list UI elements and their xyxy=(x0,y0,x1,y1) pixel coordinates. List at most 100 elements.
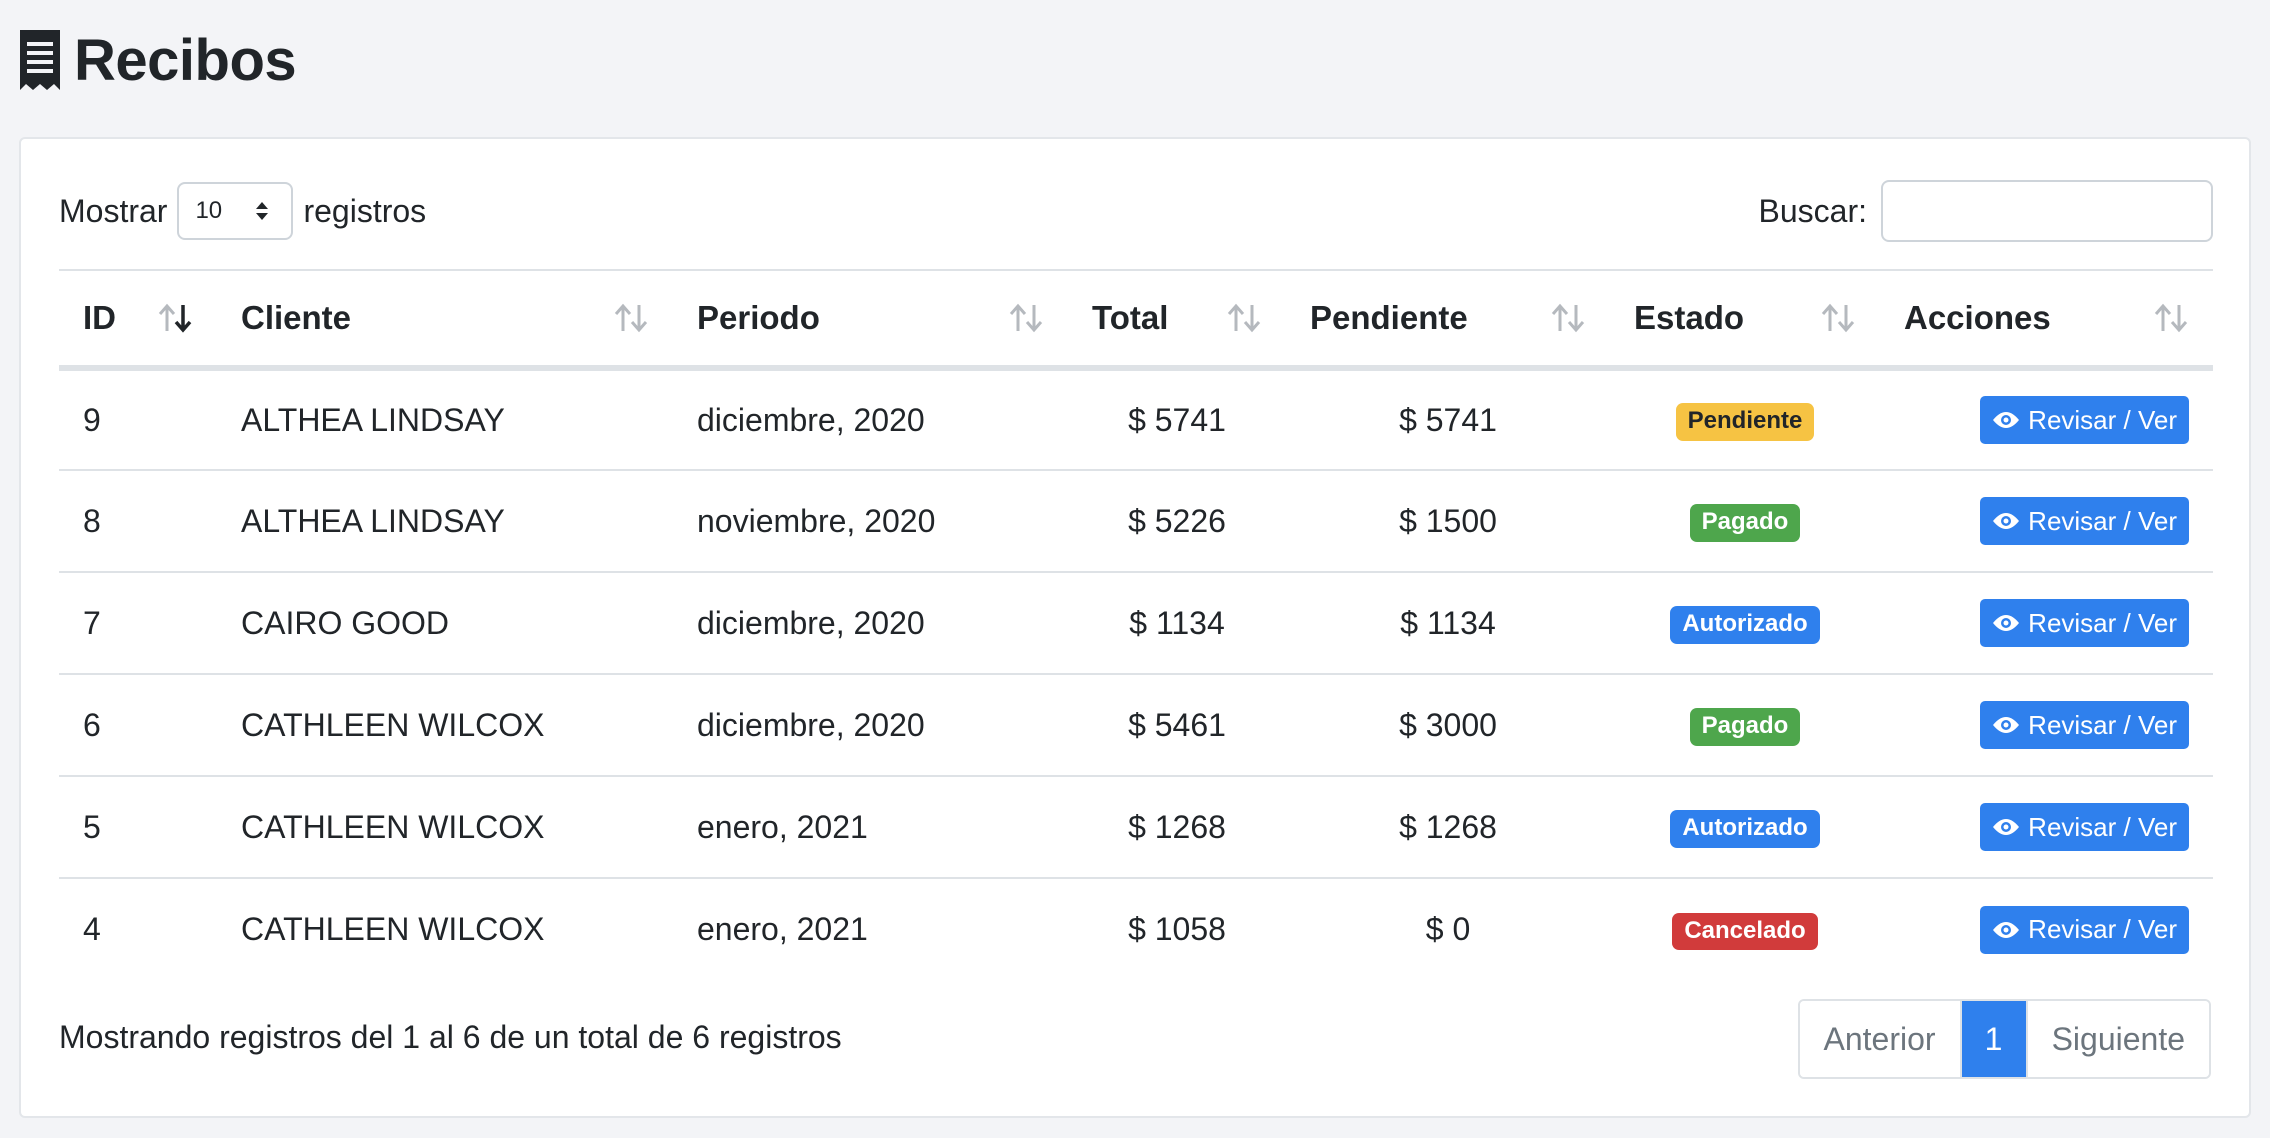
review-view-label: Revisar / Ver xyxy=(2028,914,2177,944)
column-header-periodo[interactable]: Periodo xyxy=(673,269,1068,371)
status-badge: Pendiente xyxy=(1675,403,1815,441)
cell-id: 7 xyxy=(59,572,217,675)
cell-id: 8 xyxy=(59,470,217,573)
status-badge: Pagado xyxy=(1689,708,1801,746)
cell-estado: Autorizado xyxy=(1610,572,1880,675)
eye-icon xyxy=(1993,615,2020,631)
table-info: Mostrando registros del 1 al 6 de un tot… xyxy=(59,1019,842,1055)
cell-id: 6 xyxy=(59,674,217,777)
cell-total: $ 1134 xyxy=(1068,572,1286,675)
status-badge: Autorizado xyxy=(1670,810,1820,848)
cell-estado: Pagado xyxy=(1610,470,1880,573)
eye-icon xyxy=(1993,412,2020,428)
sort-desc-icon xyxy=(158,303,192,333)
page-length-select[interactable]: 10 xyxy=(177,182,294,240)
sort-icon xyxy=(1009,303,1043,333)
receipts-card: Mostrar 10 registros Buscar: ID Cliente … xyxy=(19,137,2251,1118)
column-header-acciones[interactable]: Acciones xyxy=(1880,269,2213,371)
cell-total: $ 1268 xyxy=(1068,776,1286,879)
review-view-button[interactable]: Revisar / Ver xyxy=(1980,396,2189,444)
cell-acciones: Revisar / Ver xyxy=(1880,674,2213,777)
sort-icon xyxy=(2154,303,2188,333)
eye-icon xyxy=(1993,819,2020,835)
cell-pendiente: $ 1134 xyxy=(1286,572,1610,675)
records-label: registros xyxy=(303,192,427,229)
page-1-button[interactable]: 1 xyxy=(1961,1001,2028,1077)
cell-acciones: Revisar / Ver xyxy=(1880,470,2213,573)
review-view-label: Revisar / Ver xyxy=(2028,404,2177,435)
column-header-cliente[interactable]: Cliente xyxy=(217,269,673,371)
cell-periodo: enero, 2021 xyxy=(697,911,868,947)
show-label: Mostrar xyxy=(59,192,168,229)
next-page-button[interactable]: Siguiente xyxy=(2027,1001,2209,1077)
column-header-id[interactable]: ID xyxy=(59,269,217,371)
previous-page-button[interactable]: Anterior xyxy=(1799,1001,1962,1077)
cell-cliente: ALTHEA LINDSAY xyxy=(217,368,673,471)
cell-periodo: noviembre, 2020 xyxy=(673,470,1068,573)
column-header-pendiente[interactable]: Pendiente xyxy=(1286,269,1610,371)
receipts-table: ID Cliente Periodo Total Pendiente Estad… xyxy=(59,269,2213,980)
receipt-icon xyxy=(20,30,60,90)
cell-acciones: Revisar / Ver xyxy=(1880,368,2213,471)
table-row: 4 CATHLEEN WILCOX enero, 2021 $ 1058 $ 0… xyxy=(59,878,2213,980)
select-arrows-icon xyxy=(256,202,269,220)
sort-icon xyxy=(614,303,648,333)
cell-cliente: CATHLEEN WILCOX xyxy=(217,776,673,879)
pagination: Anterior 1 Siguiente xyxy=(1797,999,2211,1079)
cell-acciones: Revisar / Ver xyxy=(1880,878,2213,980)
eye-icon xyxy=(1993,513,2020,529)
cell-pendiente: $ 1500 xyxy=(1286,470,1610,573)
status-badge: Autorizado xyxy=(1670,606,1820,644)
cell-estado: Pagado xyxy=(1610,674,1880,777)
cell-periodo: diciembre, 2020 xyxy=(673,368,1068,471)
cell-acciones: Revisar / Ver xyxy=(1880,572,2213,675)
table-row: 6 CATHLEEN WILCOX diciembre, 2020 $ 5461… xyxy=(59,674,2213,777)
table-header-row: ID Cliente Periodo Total Pendiente Estad… xyxy=(59,269,2213,371)
cell-id: 5 xyxy=(59,776,217,879)
cell-total: $ 5226 xyxy=(1068,470,1286,573)
review-view-label: Revisar / Ver xyxy=(2028,505,2177,536)
cell-periodo: diciembre, 2020 xyxy=(673,572,1068,675)
cell-estado: Pendiente xyxy=(1610,368,1880,471)
cell-cliente: ALTHEA LINDSAY xyxy=(217,470,673,573)
cell-cliente: CATHLEEN WILCOX xyxy=(217,674,673,777)
cell-id: 9 xyxy=(59,368,217,471)
review-view-button[interactable]: Revisar / Ver xyxy=(1980,803,2189,851)
cell-periodo: diciembre, 2020 xyxy=(673,674,1068,777)
review-view-label: Revisar / Ver xyxy=(2028,709,2177,740)
cell-pendiente: $ 5741 xyxy=(1286,368,1610,471)
sort-icon xyxy=(1821,303,1855,333)
table-row: 8 ALTHEA LINDSAY noviembre, 2020 $ 5226 … xyxy=(59,470,2213,573)
sort-icon xyxy=(1551,303,1585,333)
review-view-label: Revisar / Ver xyxy=(2028,811,2177,842)
eye-icon xyxy=(1993,717,2020,733)
status-badge: Pagado xyxy=(1689,504,1801,542)
page-length-control: Mostrar 10 registros xyxy=(59,179,426,243)
cell-periodo: enero, 2021 xyxy=(673,776,1068,879)
cell-pendiente: $ 3000 xyxy=(1286,674,1610,777)
search-label: Buscar: xyxy=(1758,192,1867,229)
table-row: 5 CATHLEEN WILCOX enero, 2021 $ 1268 $ 1… xyxy=(59,776,2213,879)
review-view-button[interactable]: Revisar / Ver xyxy=(1980,905,2189,954)
cell-total: $ 5461 xyxy=(1068,674,1286,777)
eye-icon xyxy=(1993,921,2020,938)
cell-total: $ 1058 xyxy=(1128,911,1226,947)
cell-id: 4 xyxy=(83,911,101,947)
table-toolbar: Mostrar 10 registros Buscar: xyxy=(59,179,2213,243)
sort-icon xyxy=(1227,303,1261,333)
cell-estado: Autorizado xyxy=(1610,776,1880,879)
page-header: Recibos xyxy=(18,27,297,93)
review-view-button[interactable]: Revisar / Ver xyxy=(1980,701,2189,749)
cell-pendiente: $ 1268 xyxy=(1286,776,1610,879)
search-input[interactable] xyxy=(1881,180,2213,242)
page-title: Recibos xyxy=(74,27,297,93)
review-view-button[interactable]: Revisar / Ver xyxy=(1980,497,2189,545)
status-badge: Cancelado xyxy=(1672,912,1818,951)
review-view-label: Revisar / Ver xyxy=(2028,607,2177,638)
table-row: 9 ALTHEA LINDSAY diciembre, 2020 $ 5741 … xyxy=(59,368,2213,471)
column-header-estado[interactable]: Estado xyxy=(1610,269,1880,371)
column-header-total[interactable]: Total xyxy=(1068,269,1286,371)
cell-cliente: CAIRO GOOD xyxy=(217,572,673,675)
review-view-button[interactable]: Revisar / Ver xyxy=(1980,599,2189,647)
page-length-value: 10 xyxy=(195,197,223,224)
